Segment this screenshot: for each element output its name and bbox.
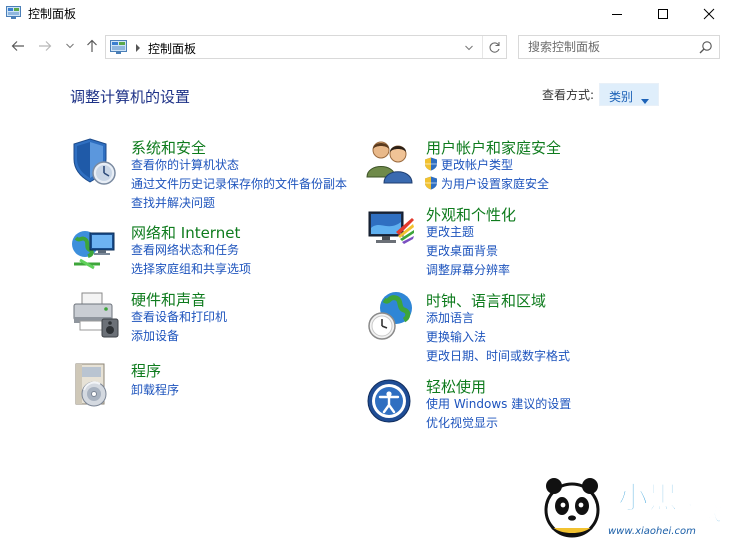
category-title-network-internet[interactable]: 网络和 Internet <box>131 222 240 243</box>
appearance-icon[interactable] <box>366 204 418 256</box>
page-title: 调整计算机的设置 <box>70 88 191 106</box>
category-title-hardware-sound[interactable]: 硬件和声音 <box>131 289 206 310</box>
svg-text:www.xiaohei.com: www.xiaohei.com <box>608 526 696 537</box>
ease-of-access-icon[interactable] <box>366 376 418 428</box>
category-title-system-security[interactable]: 系统和安全 <box>131 137 206 158</box>
control-panel-icon <box>110 40 127 57</box>
category-title-programs[interactable]: 程序 <box>131 360 161 381</box>
up-button[interactable] <box>82 36 102 56</box>
link-homegroup-sharing[interactable]: 选择家庭组和共享选项 <box>131 260 251 279</box>
recent-locations-button[interactable] <box>60 36 80 56</box>
close-icon <box>703 8 715 20</box>
link-change-input-method[interactable]: 更换输入法 <box>426 328 570 347</box>
refresh-button[interactable] <box>482 36 506 58</box>
link-optimize-visual-display[interactable]: 优化视觉显示 <box>426 414 571 433</box>
category-programs: 程序 卸载程序 <box>70 360 360 410</box>
chevron-down-icon <box>66 43 74 49</box>
navigation-bar: 控制面板 <box>0 30 732 62</box>
link-change-account-type[interactable]: 更改帐户类型 <box>424 156 549 175</box>
category-system-security: 系统和安全 查看你的计算机状态 通过文件历史记录保存你的文件备份副本 查找并解决… <box>70 137 360 210</box>
maximize-icon <box>658 9 668 19</box>
uac-shield-icon <box>425 157 437 171</box>
control-panel-icon <box>6 6 21 19</box>
link-file-history-backup[interactable]: 通过文件历史记录保存你的文件备份副本 <box>131 175 347 194</box>
uac-shield-icon <box>425 176 437 190</box>
link-family-safety-label: 为用户设置家庭安全 <box>441 177 550 191</box>
refresh-icon <box>489 41 500 53</box>
category-ease-of-access: 轻松使用 使用 Windows 建议的设置 优化视觉显示 <box>366 376 656 436</box>
link-change-date-time-format[interactable]: 更改日期、时间或数字格式 <box>426 347 570 366</box>
search-box[interactable] <box>518 35 720 59</box>
category-title-user-accounts[interactable]: 用户帐户和家庭安全 <box>426 137 561 158</box>
hardware-sound-icon[interactable] <box>70 289 122 341</box>
programs-icon[interactable] <box>70 360 122 412</box>
category-clock-language: 时钟、语言和区域 添加语言 更换输入法 更改日期、时间或数字格式 <box>366 290 656 366</box>
category-title-ease-of-access[interactable]: 轻松使用 <box>426 376 486 397</box>
category-network-internet: 网络和 Internet 查看网络状态和任务 选择家庭组和共享选项 <box>70 222 360 282</box>
category-appearance: 外观和个性化 更改主题 更改桌面背景 调整屏幕分辨率 <box>366 204 656 277</box>
forward-arrow-icon <box>39 41 52 51</box>
address-dropdown-button[interactable] <box>464 42 474 56</box>
clock-language-icon[interactable] <box>366 290 418 342</box>
breadcrumb-separator-icon[interactable] <box>135 42 141 56</box>
category-hardware-sound: 硬件和声音 查看设备和打印机 添加设备 <box>70 289 360 349</box>
link-network-status-tasks[interactable]: 查看网络状态和任务 <box>131 241 251 260</box>
category-title-clock-language[interactable]: 时钟、语言和区域 <box>426 290 546 311</box>
search-input[interactable] <box>519 36 697 58</box>
close-button[interactable] <box>686 0 732 28</box>
network-internet-icon[interactable] <box>70 222 122 274</box>
address-bar[interactable]: 控制面板 <box>105 35 507 59</box>
minimize-icon <box>612 14 622 15</box>
category-user-accounts: 用户帐户和家庭安全 更改帐户类型 为用户设置家庭安全 <box>366 137 656 197</box>
link-adjust-resolution[interactable]: 调整屏幕分辨率 <box>426 261 510 280</box>
system-security-icon[interactable] <box>70 137 122 189</box>
link-add-language[interactable]: 添加语言 <box>426 309 570 328</box>
back-arrow-icon <box>11 41 24 51</box>
link-view-computer-status[interactable]: 查看你的计算机状态 <box>131 156 347 175</box>
search-icon[interactable] <box>699 40 713 57</box>
link-change-desktop-background[interactable]: 更改桌面背景 <box>426 242 510 261</box>
breadcrumb-control-panel[interactable]: 控制面板 <box>148 40 196 57</box>
link-add-device[interactable]: 添加设备 <box>131 327 227 346</box>
view-by-dropdown[interactable]: 类别 <box>599 83 659 106</box>
minimize-button[interactable] <box>594 0 640 28</box>
svg-text:游戏: 游戏 <box>682 501 722 525</box>
caret-down-icon <box>641 93 649 107</box>
link-uninstall-program[interactable]: 卸载程序 <box>131 381 179 400</box>
title-bar: 控制面板 <box>0 0 732 28</box>
forward-button[interactable] <box>35 36 55 56</box>
link-devices-printers[interactable]: 查看设备和打印机 <box>131 308 227 327</box>
chevron-down-icon <box>465 45 473 51</box>
link-change-theme[interactable]: 更改主题 <box>426 223 510 242</box>
category-title-appearance[interactable]: 外观和个性化 <box>426 204 516 225</box>
link-troubleshoot[interactable]: 查找并解决问题 <box>131 194 347 213</box>
window-title: 控制面板 <box>28 7 77 21</box>
back-button[interactable] <box>8 36 28 56</box>
view-by-value: 类别 <box>609 90 634 104</box>
up-arrow-icon <box>87 39 97 52</box>
link-recommended-settings[interactable]: 使用 Windows 建议的设置 <box>426 395 571 414</box>
maximize-button[interactable] <box>640 0 686 28</box>
link-change-account-type-label: 更改帐户类型 <box>441 158 514 172</box>
link-family-safety[interactable]: 为用户设置家庭安全 <box>424 175 549 194</box>
user-accounts-icon[interactable] <box>366 137 418 189</box>
xiaohei-watermark-logo: 小黑 游戏 www.xiaohei.com <box>532 470 732 539</box>
svg-text:小黑: 小黑 <box>618 481 678 516</box>
view-by-label: 查看方式: <box>542 88 595 102</box>
